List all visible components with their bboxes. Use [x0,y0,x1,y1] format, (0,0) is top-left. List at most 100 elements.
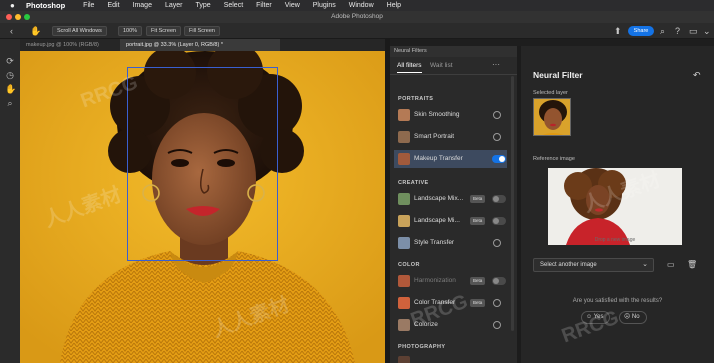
filter-row-landscape-mixer-2[interactable]: Landscape Mi... Beta [394,212,507,230]
hand-tool-icon[interactable]: ✋ [5,84,16,94]
filters-scrollbar[interactable] [511,76,514,331]
filters-scroll-area[interactable]: PORTRAITS Skin Smoothing Smart Portrait … [390,76,507,363]
hand-icon[interactable]: ✋ [30,26,41,36]
dropdown-label: Select another image [540,262,597,268]
back-icon[interactable]: ‹ [10,26,13,36]
menu-filter[interactable]: Filter [256,2,272,9]
face-detection-box[interactable] [127,67,278,261]
yes-label: Yes [593,314,604,320]
filter-toggle-radio[interactable] [493,239,501,247]
no-label: No [631,314,640,320]
menu-edit[interactable]: Edit [107,2,119,9]
reference-hint: Drop a new image [594,237,636,243]
feedback-no-button[interactable]: ☹ No [619,311,647,324]
tab-label: portrait.jpg @ 33.3% (Layer 0, RGB/8) * [126,42,223,48]
beta-badge: Beta [470,299,486,307]
menu-file[interactable]: File [83,2,94,9]
filter-row-makeup-transfer[interactable]: Makeup Transfer [394,150,507,168]
filter-row-skin-smoothing[interactable]: Skin Smoothing [394,106,507,124]
document-tabs: makeup.jpg @ 100% (RGB/8) portrait.jpg @… [20,39,385,51]
category-label: CREATIVE [398,180,429,186]
beta-badge: Beta [470,217,486,225]
filter-toggle-switch[interactable] [492,217,506,225]
more-options-icon[interactable]: ··· [492,60,500,69]
filter-row-colorize[interactable]: Colorize [394,316,507,334]
apple-icon[interactable]: ● [10,1,18,10]
help-icon[interactable]: ? [675,26,680,36]
filter-toggle-radio[interactable] [493,111,501,119]
menu-window[interactable]: Window [349,2,374,9]
feedback-yes-button[interactable]: ☺ Yes [581,311,611,324]
reset-icon[interactable]: ↶ [693,70,701,81]
filter-toggle-radio[interactable] [493,133,501,141]
search-icon[interactable]: ⌕ [660,26,665,36]
fill-screen-button[interactable]: Fill Screen [184,26,220,36]
window-title: Adobe Photoshop [331,13,383,20]
chevron-down-icon: ⌄ [642,261,648,268]
filter-toggle-switch[interactable] [492,195,506,203]
reference-image-label: Reference image [533,156,575,162]
scroll-all-windows-checkbox[interactable]: Scroll All Windows [52,26,107,36]
tab-document-2[interactable]: portrait.jpg @ 33.3% (Layer 0, RGB/8) * [120,39,280,51]
filter-thumbnail [398,237,410,249]
filter-thumbnail [398,215,410,227]
app-name-menu[interactable]: Photoshop [26,1,65,10]
menu-plugins[interactable]: Plugins [313,2,336,9]
neural-filters-list-panel: Neural Filters All filters Wait list ···… [390,46,517,363]
title-bar: Adobe Photoshop [0,11,714,23]
menu-image[interactable]: Image [133,2,152,9]
category-label: COLOR [398,262,420,268]
filter-row-smart-portrait[interactable]: Smart Portrait [394,128,507,146]
rotate-icon[interactable]: ⟳ [5,56,15,66]
reference-image-dropzone[interactable]: Drop a new image [548,168,682,245]
beta-badge: Beta [470,195,486,203]
filter-toggle-switch[interactable] [492,277,506,285]
filter-name: Skin Smoothing [414,111,460,118]
history-icon[interactable]: ◷ [5,70,15,80]
document-canvas[interactable]: 人人素材 RRCG 人人素材 [20,51,385,363]
filter-row-harmonization[interactable]: Harmonization Beta [394,272,507,290]
filter-thumbnail [398,297,410,309]
menu-view[interactable]: View [285,2,300,9]
reference-image-preview [548,168,682,245]
selected-layer-preview [534,99,570,135]
category-label: PHOTOGRAPHY [398,344,446,350]
share-button[interactable]: Share [628,26,654,36]
menu-select[interactable]: Select [224,2,243,9]
filter-toggle-radio[interactable] [493,321,501,329]
beta-badge: Beta [470,277,486,285]
layout-icon[interactable]: ▭ [689,26,698,36]
filter-toggle-switch[interactable] [492,155,506,163]
tab-document-1[interactable]: makeup.jpg @ 100% (RGB/8) [20,39,120,51]
tab-all-filters[interactable]: All filters [397,62,422,73]
menu-layer[interactable]: Layer [165,2,183,9]
menu-bar: ● Photoshop File Edit Image Layer Type S… [0,0,714,11]
menu-help[interactable]: Help [387,2,401,9]
filter-row-style-transfer[interactable]: Style Transfer [394,234,507,252]
thumbs-down-icon: ☹ [624,314,632,320]
filter-row-landscape-mixer[interactable]: Landscape Mix... Beta [394,190,507,208]
image-folder-icon[interactable]: ▭ [667,260,675,269]
more-icon[interactable]: ⌄ [703,26,711,36]
filter-thumbnail [398,275,410,287]
fit-screen-button[interactable]: Fit Screen [146,26,182,36]
tab-wait-list[interactable]: Wait list [430,62,453,69]
tools-panel: ⟳ ◷ ✋ ⌕ [0,39,20,363]
zoom-level-button[interactable]: 100% [118,26,143,36]
zoom-icon[interactable]: ⌕ [5,98,15,108]
share-icon[interactable]: ⬆ [614,26,622,36]
selected-layer-label: Selected layer [533,90,568,96]
filter-name: Landscape Mix... [414,195,464,202]
trash-icon[interactable]: 🗑 [687,260,697,269]
detail-title: Neural Filter [533,70,583,80]
menu-type[interactable]: Type [196,2,211,9]
filter-row-color-transfer[interactable]: Color Transfer Beta [394,294,507,312]
neural-filters-panel-header: Neural Filters [390,46,517,57]
filter-name: Harmonization [414,277,456,284]
filter-toggle-radio[interactable] [493,299,501,307]
select-another-image-dropdown[interactable]: Select another image ⌄ [533,258,654,272]
filter-thumbnail [398,193,410,205]
filter-name: Smart Portrait [414,133,455,140]
thumbs-up-icon: ☺ [586,314,594,320]
options-bar: ‹ ✋ Scroll All Windows 100% Fit Screen F… [0,23,714,39]
